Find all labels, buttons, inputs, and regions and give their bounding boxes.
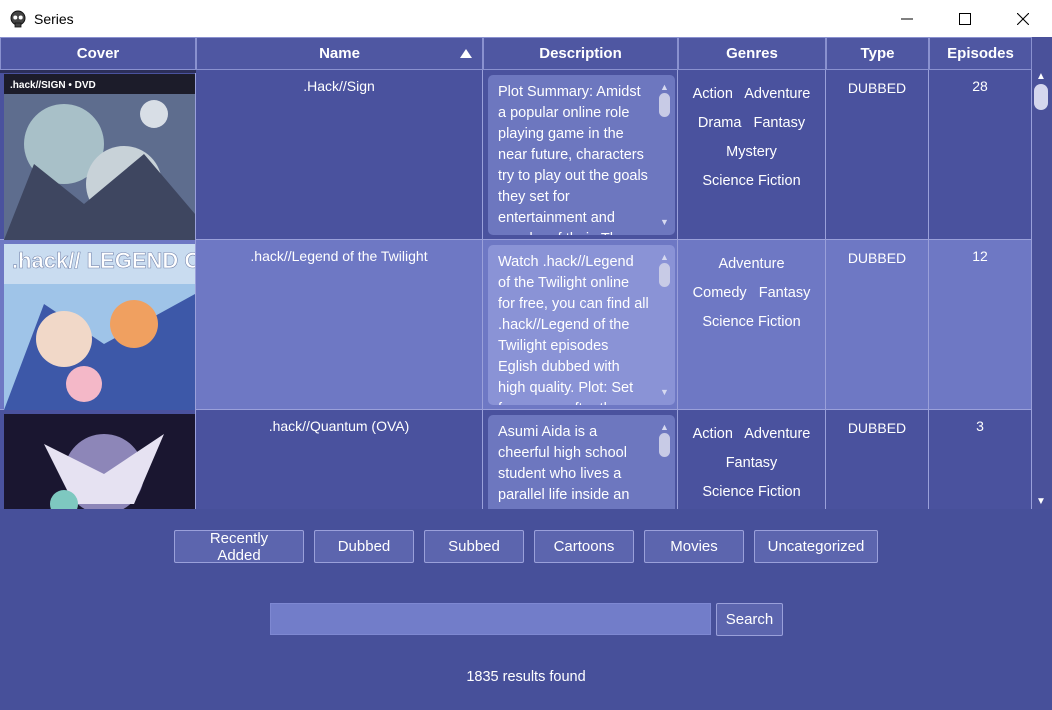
- maximize-icon: [959, 12, 971, 25]
- category-button-movies[interactable]: Movies: [644, 530, 744, 563]
- table-body: .hack//SIGN • DVD .Hack//Sign Plot Summa…: [0, 70, 1032, 509]
- column-header-type[interactable]: Type: [826, 37, 929, 70]
- description-cell: Asumi Aida is a cheerful high school stu…: [483, 410, 678, 509]
- scroll-thumb[interactable]: [1034, 84, 1048, 110]
- search-input[interactable]: [270, 603, 711, 635]
- description-cell: Plot Summary: Amidst a popular online ro…: [483, 70, 678, 240]
- genre-tag: Fantasy: [758, 285, 811, 301]
- genre-tag: Adventure: [744, 426, 811, 442]
- search-bar: Search: [270, 603, 783, 636]
- genres-cell: Action Adventure Fantasy Science Fiction: [678, 410, 826, 509]
- genre-tag: Mystery: [726, 144, 777, 160]
- table-header: Cover Name Description Genres Type Episo…: [0, 37, 1032, 70]
- genre-tag: Science Fiction: [702, 314, 801, 330]
- maximize-button[interactable]: [936, 0, 994, 37]
- category-buttons: Recently Added Dubbed Subbed Cartoons Mo…: [0, 530, 1052, 564]
- scroll-down-icon[interactable]: ▼: [1036, 496, 1046, 507]
- minimize-button[interactable]: [878, 0, 936, 37]
- description-scrollbar[interactable]: ▲ ▼: [657, 249, 671, 401]
- cover-image: .hack// LEGEND OF THE TWILIGHT: [4, 244, 195, 410]
- cover-cell: [0, 410, 196, 509]
- genre-tag: Drama: [697, 115, 742, 131]
- type-cell: DUBBED: [826, 410, 929, 509]
- scroll-down-icon[interactable]: ▼: [660, 212, 669, 233]
- column-header-description[interactable]: Description: [483, 37, 678, 70]
- cover-image: .hack//SIGN • DVD: [4, 74, 195, 240]
- description-scrollbar[interactable]: ▲ ▼: [657, 79, 671, 231]
- cover-caption: .hack// LEGEND OF THE TWILIGHT: [12, 248, 195, 273]
- description-textbox[interactable]: Plot Summary: Amidst a popular online ro…: [488, 75, 675, 235]
- close-icon: [1017, 12, 1029, 25]
- scroll-thumb[interactable]: [659, 263, 670, 287]
- window-title: Series: [34, 10, 74, 27]
- name-cell: .Hack//Sign: [196, 70, 483, 240]
- search-button[interactable]: Search: [716, 603, 783, 636]
- close-button[interactable]: [994, 0, 1052, 37]
- genre-tag: Action: [692, 426, 733, 442]
- description-text: Plot Summary: Amidst a popular online ro…: [498, 84, 648, 235]
- title-bar: Series: [0, 0, 1052, 37]
- type-cell: DUBBED: [826, 240, 929, 410]
- table-scrollbar[interactable]: ▲ ▼: [1032, 70, 1052, 509]
- genre-tag: Science Fiction: [702, 484, 801, 500]
- genre-tag: Adventure: [744, 86, 811, 102]
- description-text: Asumi Aida is a cheerful high school stu…: [498, 424, 630, 509]
- genre-tag: Science Fiction: [702, 173, 801, 189]
- sort-ascending-icon: [460, 49, 472, 58]
- table-row[interactable]: .hack//SIGN • DVD .Hack//Sign Plot Summa…: [0, 70, 1032, 240]
- episodes-cell: 12: [929, 240, 1032, 410]
- genre-tag: Adventure: [718, 256, 785, 272]
- scroll-thumb[interactable]: [659, 433, 670, 457]
- column-header-cover[interactable]: Cover: [0, 37, 196, 70]
- results-count: 1835 results found: [466, 669, 586, 685]
- genre-tag: Fantasy: [753, 115, 806, 131]
- column-header-name[interactable]: Name: [196, 37, 483, 70]
- name-cell: .hack//Quantum (OVA): [196, 410, 483, 509]
- cover-caption: .hack//SIGN • DVD: [10, 80, 96, 91]
- genres-cell: Adventure Comedy Fantasy Science Fiction: [678, 240, 826, 410]
- episodes-cell: 28: [929, 70, 1032, 240]
- window-controls: [878, 0, 1052, 37]
- genre-tag: Comedy: [692, 285, 747, 301]
- series-table: Cover Name Description Genres Type Episo…: [0, 37, 1052, 509]
- table-row[interactable]: .hack// LEGEND OF THE TWILIGHT .hack//Le…: [0, 240, 1032, 410]
- description-textbox[interactable]: Asumi Aida is a cheerful high school stu…: [488, 415, 675, 509]
- scroll-down-icon[interactable]: ▼: [660, 382, 669, 403]
- category-button-subbed[interactable]: Subbed: [424, 530, 524, 563]
- scroll-up-icon[interactable]: ▲: [1036, 71, 1046, 82]
- description-scrollbar[interactable]: ▲ ▼: [657, 419, 671, 509]
- description-textbox[interactable]: Watch .hack//Legend of the Twilight onli…: [488, 245, 675, 405]
- genres-cell: Action Adventure Drama Fantasy Mystery S…: [678, 70, 826, 240]
- genre-tag: Action: [692, 86, 733, 102]
- cover-image: [4, 414, 195, 509]
- category-button-dubbed[interactable]: Dubbed: [314, 530, 414, 563]
- category-button-recently-added[interactable]: Recently Added: [174, 530, 304, 564]
- cover-cell: .hack// LEGEND OF THE TWILIGHT: [0, 240, 196, 410]
- minimize-icon: [901, 18, 913, 19]
- table-row[interactable]: .hack//Quantum (OVA) Asumi Aida is a che…: [0, 410, 1032, 509]
- genre-tag: Fantasy: [725, 455, 778, 471]
- column-header-name-label: Name: [319, 45, 360, 62]
- category-button-uncategorized[interactable]: Uncategorized: [754, 530, 878, 563]
- type-cell: DUBBED: [826, 70, 929, 240]
- description-cell: Watch .hack//Legend of the Twilight onli…: [483, 240, 678, 410]
- scroll-thumb[interactable]: [659, 93, 670, 117]
- column-header-genres[interactable]: Genres: [678, 37, 826, 70]
- column-header-episodes[interactable]: Episodes: [929, 37, 1032, 70]
- previous-row-edge: [0, 70, 196, 73]
- skull-app-icon: [8, 9, 28, 29]
- episodes-cell: 3: [929, 410, 1032, 509]
- app-body: Cover Name Description Genres Type Episo…: [0, 37, 1052, 710]
- name-cell: .hack//Legend of the Twilight: [196, 240, 483, 410]
- category-button-cartoons[interactable]: Cartoons: [534, 530, 634, 563]
- cover-cell: .hack//SIGN • DVD: [0, 70, 196, 240]
- description-text: Watch .hack//Legend of the Twilight onli…: [498, 254, 649, 405]
